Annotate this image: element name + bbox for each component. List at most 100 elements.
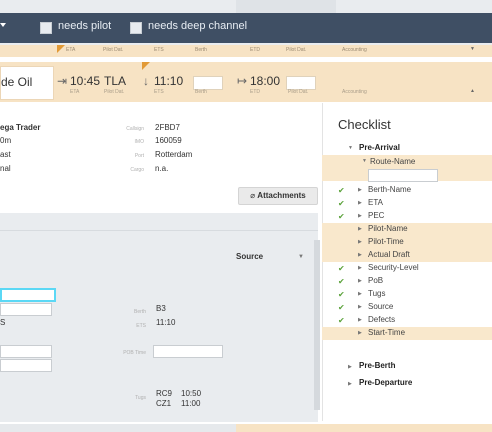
arrival-arrow-icon: ⇥ — [57, 74, 68, 88]
field-input[interactable] — [0, 345, 52, 358]
checklist-item[interactable]: ✔ ▶ Source — [322, 301, 492, 314]
checklist-item-label: Defects — [368, 315, 396, 324]
route-name-input-row — [322, 168, 492, 182]
chevron-right-icon: ▶ — [358, 304, 362, 310]
filter-dropdown[interactable] — [0, 13, 10, 43]
pre-berth-heading[interactable]: Pre-Berth — [359, 361, 395, 370]
vessel-flag: ast — [0, 150, 11, 159]
chevron-right-icon: ▶ — [358, 252, 362, 258]
checklist-item-label: Berth-Name — [368, 185, 412, 194]
checkmark-icon: ✔ — [338, 186, 345, 195]
checklist-item-label: Security-Level — [368, 263, 419, 272]
pre-arrival-heading[interactable]: Pre-Arrival — [359, 143, 400, 152]
chevron-down-icon — [0, 23, 6, 27]
chevron-down-icon[interactable]: ▼ — [348, 145, 353, 151]
callsign-value: 2FBD7 — [155, 123, 180, 132]
col-pilot: Pilot Dat. — [103, 47, 124, 53]
vessel-name: de Oil — [1, 75, 33, 89]
tug-time: 11:00 — [181, 399, 201, 408]
checklist-item[interactable]: ▶ Pilot-Time — [322, 236, 492, 249]
checklist-item[interactable]: ▼ Route-Name — [322, 155, 492, 169]
col-accounting: Accounting — [342, 47, 367, 53]
col-ets: ETS — [154, 47, 164, 53]
needs-deep-channel-checkbox[interactable] — [130, 22, 142, 34]
chevron-right-icon: ▶ — [358, 330, 362, 336]
tug-name: CZ1 — [156, 399, 172, 408]
checkmark-icon: ✔ — [338, 277, 345, 286]
departure-arrow-icon: ↦ — [237, 74, 248, 88]
pilot-label: Pilot Dat. — [104, 89, 125, 95]
etd-time: 18:00 — [250, 74, 281, 88]
needs-pilot-checkbox[interactable] — [40, 22, 52, 34]
imo-label: IMO — [134, 139, 144, 145]
checkmark-icon: ✔ — [338, 264, 345, 273]
top-bar-gap — [236, 0, 336, 13]
filter-bar: needs pilot needs deep channel — [0, 13, 492, 43]
checklist-item-label: Pilot-Name — [368, 224, 408, 233]
attachments-button[interactable]: ⌀ Attachments — [238, 187, 318, 205]
checklist-item[interactable]: ✔ ▶ Defects — [322, 314, 492, 327]
status-flag-icon — [57, 45, 65, 53]
checklist-item[interactable]: ✔ ▶ PEC — [322, 210, 492, 223]
chevron-right-icon: ▶ — [358, 239, 362, 245]
chevron-right-icon[interactable]: ▶ — [348, 381, 352, 387]
chevron-up-icon[interactable]: ▲ — [470, 88, 475, 94]
chevron-down-icon[interactable]: ▼ — [470, 46, 475, 52]
checkmark-icon: ✔ — [338, 212, 345, 221]
checklist-item[interactable]: ▶ Pilot-Name — [322, 223, 492, 236]
checklist-item[interactable]: ✔ ▶ Security-Level — [322, 262, 492, 275]
route-name-input[interactable] — [368, 169, 438, 182]
field-input[interactable] — [0, 303, 52, 316]
checklist-item-label: PoB — [368, 276, 384, 285]
chevron-right-icon: ▶ — [358, 213, 362, 219]
col-pilot2: Pilot Dat. — [286, 47, 307, 53]
berth-field-value: B3 — [156, 304, 166, 313]
checkmark-icon: ✔ — [338, 303, 345, 312]
port-label: Port — [134, 153, 144, 159]
checklist-item[interactable]: ✔ ▶ PoB — [322, 275, 492, 288]
status-flag-icon — [142, 62, 150, 70]
checklist-item[interactable]: ✔ ▶ Berth-Name — [322, 184, 492, 197]
checkmark-icon: ✔ — [338, 290, 345, 299]
chevron-right-icon[interactable]: ▶ — [348, 364, 352, 370]
checklist-item[interactable]: ▶ Start-Time — [322, 327, 492, 340]
chevron-down-icon[interactable]: ▼ — [298, 254, 304, 260]
berth-field-label: Berth — [134, 309, 146, 315]
checklist-item-label: ETA — [368, 198, 383, 207]
cargo-value: n.a. — [155, 164, 169, 173]
col-eta: ETA — [66, 47, 76, 53]
route-field-focused[interactable] — [0, 288, 56, 302]
chevron-right-icon: ▶ — [358, 187, 362, 193]
cargo-label: Cargo — [130, 167, 144, 173]
chevron-right-icon: ▶ — [358, 200, 362, 206]
field-value: S — [0, 318, 6, 327]
checklist-item-label: Pilot-Time — [368, 237, 404, 246]
pilot2-label: Pilot Dat. — [288, 89, 309, 95]
down-arrow-icon: ↓ — [143, 74, 149, 88]
callsign-label: Callsign — [126, 126, 144, 132]
needs-deep-channel-label: needs deep channel — [148, 20, 248, 32]
vessel-type: nal — [0, 164, 11, 173]
chevron-right-icon: ▶ — [358, 226, 362, 232]
accounting-label: Accounting — [342, 89, 367, 95]
field-input[interactable] — [0, 359, 52, 372]
berth-input[interactable] — [193, 76, 223, 90]
source-dropdown-label: Source — [236, 252, 264, 261]
checklist-item[interactable]: ✔ ▶ ETA — [322, 197, 492, 210]
chevron-down-icon: ▼ — [362, 158, 367, 164]
tugs-label: Tugs — [135, 395, 146, 401]
pilot-time-input[interactable] — [286, 76, 316, 90]
checklist-item[interactable]: ✔ ▶ Tugs — [322, 288, 492, 301]
checklist-item[interactable]: ▶ Actual Draft — [322, 249, 492, 262]
needs-pilot-label: needs pilot — [58, 20, 112, 32]
pob-time-input[interactable] — [153, 345, 223, 358]
checklist-item-label: PEC — [368, 211, 385, 220]
eta-time: 10:45 — [70, 74, 101, 88]
col-etd: ETD — [250, 47, 260, 53]
scrollbar[interactable] — [314, 240, 320, 410]
pre-departure-heading[interactable]: Pre-Departure — [359, 378, 412, 387]
vessel-length: 0m — [0, 136, 12, 145]
checkmark-icon: ✔ — [338, 199, 345, 208]
vessel-row[interactable]: de Oil ⇥ 10:45 ETA TLA Pilot Dat. ↓ 11:1… — [0, 62, 492, 102]
ets-label: ETS — [154, 89, 164, 95]
